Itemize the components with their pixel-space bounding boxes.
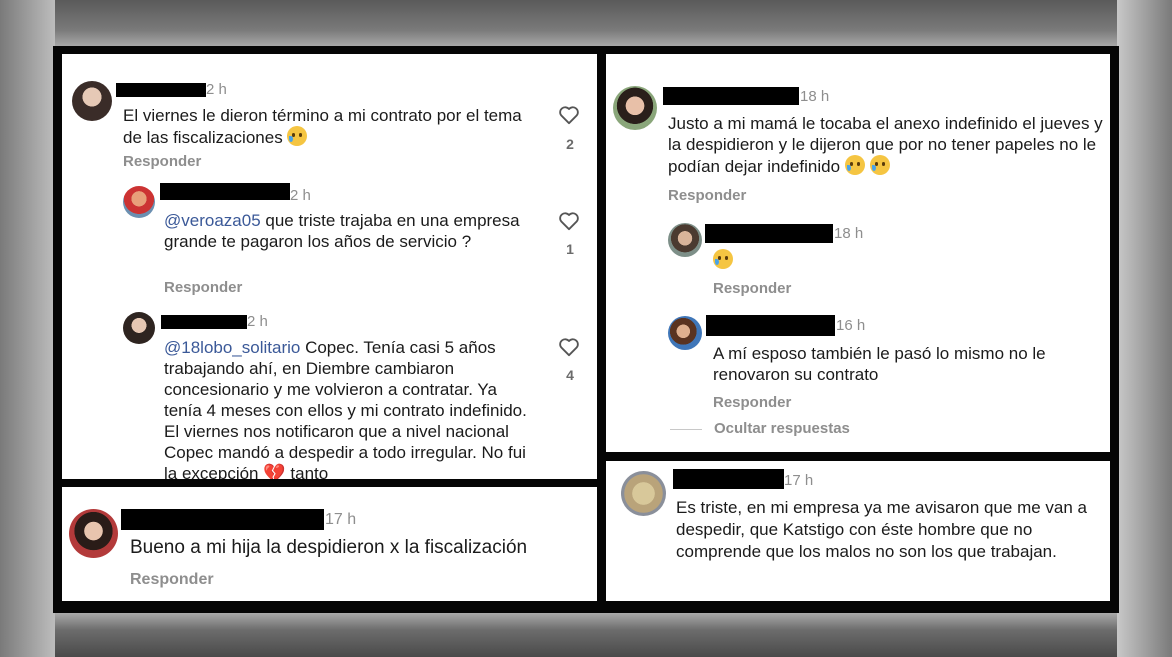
redacted-username [705, 224, 833, 243]
crying-face-emoji [713, 249, 733, 269]
comment-text: @veroaza05 que triste trajaba en una emp… [164, 211, 520, 251]
comments-panel-top-left: 2 h El viernes le dieron término a mi co… [62, 54, 597, 479]
divider [670, 429, 702, 430]
comment-time: 16 h [836, 317, 866, 334]
comment-text: Es triste, en mi empresa ya me avisaron … [676, 498, 1088, 561]
heart-outline-icon[interactable] [558, 211, 580, 231]
reply-button[interactable]: Responder [164, 279, 242, 296]
comments-panel-bottom-right: 17 h Es triste, en mi empresa ya me avis… [606, 461, 1110, 601]
mention-link[interactable]: @18lobo_solitario [164, 338, 300, 357]
broken-heart-emoji: 💔 [263, 463, 286, 479]
comment-time: 2 h [247, 313, 268, 330]
reply-button[interactable]: Responder [713, 280, 791, 297]
crying-face-emoji [869, 155, 890, 175]
redacted-username [673, 469, 784, 489]
comments-panel-bottom-left: 17 h Bueno a mi hija la despidieron x la… [62, 487, 597, 601]
reply-button[interactable]: Responder [713, 394, 791, 411]
reply-button[interactable]: Responder [668, 187, 746, 204]
comment-text: El viernes le dieron término a mi contra… [123, 106, 522, 147]
like-count: 2 [566, 136, 574, 152]
comment-text: Justo a mi mamá le tocaba el anexo indef… [668, 114, 1103, 176]
comment-text: Bueno a mi hija la despidieron x la fisc… [130, 537, 528, 558]
avatar[interactable] [123, 186, 155, 218]
hide-replies-button[interactable]: Ocultar respuestas [714, 420, 850, 437]
comment-time: 18 h [834, 225, 864, 242]
comment-time: 18 h [800, 88, 830, 105]
crying-face-emoji [844, 155, 865, 175]
comment-time: 17 h [325, 511, 357, 528]
like-count: 4 [566, 367, 574, 383]
redacted-username [121, 509, 324, 530]
redacted-username [161, 315, 247, 329]
redacted-username [706, 315, 835, 336]
comment-text: @18lobo_solitario Copec. Tenía casi 5 añ… [164, 337, 539, 479]
avatar[interactable] [69, 509, 118, 558]
comment-text: A mí esposo también le pasó lo mismo no … [713, 344, 1046, 384]
comment-time: 2 h [206, 81, 227, 98]
like-count: 1 [566, 241, 574, 257]
redacted-username [663, 87, 799, 105]
avatar[interactable] [621, 471, 666, 516]
heart-outline-icon[interactable] [558, 105, 580, 125]
heart-outline-icon[interactable] [558, 337, 580, 357]
reply-button[interactable]: Responder [123, 153, 201, 170]
comment-time: 17 h [784, 472, 814, 489]
crying-face-emoji [287, 126, 308, 146]
mention-link[interactable]: @veroaza05 [164, 211, 261, 230]
redacted-username [116, 83, 206, 97]
avatar[interactable] [72, 81, 112, 121]
comments-panel-top-right: 18 h Justo a mi mamá le tocaba el anexo … [606, 54, 1110, 452]
avatar[interactable] [668, 223, 702, 257]
comment-text [713, 249, 733, 271]
avatar[interactable] [668, 316, 702, 350]
redacted-username [160, 183, 290, 200]
reply-button[interactable]: Responder [130, 571, 214, 589]
avatar[interactable] [123, 312, 155, 344]
avatar[interactable] [613, 86, 657, 130]
comment-time: 2 h [290, 187, 311, 204]
